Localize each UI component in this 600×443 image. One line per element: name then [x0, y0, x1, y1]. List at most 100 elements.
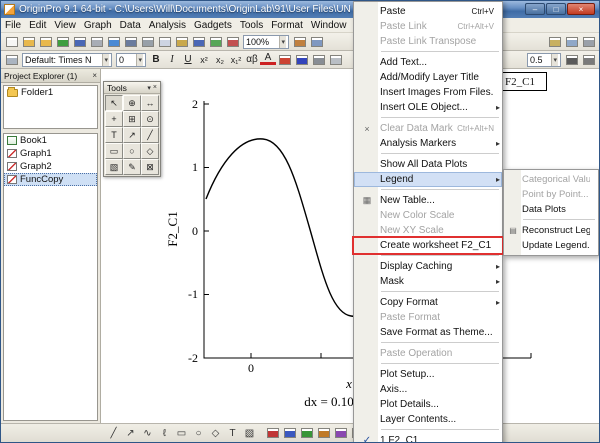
- y-axis-title[interactable]: F2_C1: [165, 211, 180, 246]
- rectangle-tool-icon[interactable]: ▭: [173, 426, 190, 441]
- menu-item-copy-format[interactable]: Copy Format▸: [354, 295, 502, 310]
- rectangle-tool[interactable]: ▭: [105, 143, 123, 159]
- project-item-graph2[interactable]: Graph2: [4, 160, 97, 173]
- menu-item-paste-link[interactable]: Paste LinkCtrl+Alt+V: [354, 19, 502, 34]
- menu-edit[interactable]: Edit: [25, 18, 50, 33]
- open-excel-icon[interactable]: [54, 34, 71, 49]
- x-axis-annotation[interactable]: dx = 0.10: [304, 394, 354, 409]
- menu-item-reconstruct-legend[interactable]: ▤Reconstruct Legend: [504, 223, 598, 238]
- superscript-button[interactable]: x²: [196, 52, 212, 67]
- menu-item-analysis-markers[interactable]: Analysis Markers▸: [354, 136, 502, 151]
- arrow-style-icon[interactable]: [580, 52, 597, 67]
- menu-gadgets[interactable]: Gadgets: [190, 18, 236, 33]
- menu-tools[interactable]: Tools: [236, 18, 267, 33]
- close-icon[interactable]: ×: [92, 71, 97, 80]
- data-reader-tool[interactable]: ⊞: [123, 111, 141, 127]
- font-color-button[interactable]: A: [260, 52, 276, 65]
- pointer-tool[interactable]: ↖: [105, 95, 123, 111]
- maximize-button[interactable]: □: [546, 3, 566, 15]
- close-button[interactable]: ×: [567, 3, 595, 15]
- menu-item-categorical-values[interactable]: Categorical Values: [504, 172, 598, 187]
- paste-icon[interactable]: [173, 34, 190, 49]
- chevron-down-icon[interactable]: ▾: [136, 54, 143, 66]
- menu-item-show-all-data-plots[interactable]: Show All Data Plots: [354, 157, 502, 172]
- undo-icon[interactable]: [190, 34, 207, 49]
- copy-icon[interactable]: [156, 34, 173, 49]
- print-icon[interactable]: [88, 34, 105, 49]
- arrow-tool[interactable]: ↗: [123, 127, 141, 143]
- menu-item-clear-data-markers[interactable]: ×Clear Data MarkersCtrl+Alt+N: [354, 121, 502, 136]
- polygon-tool[interactable]: ◇: [141, 143, 159, 159]
- menu-item-add-text[interactable]: Add Text...: [354, 55, 502, 70]
- symbol-gallery-icon[interactable]: [310, 52, 327, 67]
- menu-window[interactable]: Window: [307, 18, 351, 33]
- menu-item-layer-contents[interactable]: Layer Contents...: [354, 412, 502, 427]
- menu-item-create-worksheet-f2-c1[interactable]: Create worksheet F2_C1: [354, 238, 502, 253]
- font-size-combobox[interactable]: 0 ▾: [116, 53, 146, 67]
- title-bar[interactable]: OriginPro 9.1 64-bit - C:\Users\Will\Doc…: [1, 1, 599, 18]
- menu-analysis[interactable]: Analysis: [145, 18, 190, 33]
- new-pie-chart-icon[interactable]: [332, 426, 349, 441]
- menu-item-plot-setup[interactable]: Plot Setup...: [354, 367, 502, 382]
- pan-tool[interactable]: ↔: [141, 95, 159, 111]
- underline-button[interactable]: U: [180, 52, 196, 67]
- super-subscript-button[interactable]: x₁²: [228, 52, 244, 67]
- menu-item-axis[interactable]: Axis...: [354, 382, 502, 397]
- data-selector-tool[interactable]: ⊙: [141, 111, 159, 127]
- new-workbook-icon[interactable]: [207, 34, 224, 49]
- new-contour-graph-icon[interactable]: [298, 426, 315, 441]
- project-item-funccopy[interactable]: FuncCopy: [4, 173, 97, 186]
- ellipse-tool-icon[interactable]: ○: [190, 426, 207, 441]
- new-bar-chart-icon[interactable]: [315, 426, 332, 441]
- cut-icon[interactable]: [139, 34, 156, 49]
- menu-item-point-by-point[interactable]: Point by Point...: [504, 187, 598, 202]
- menu-item-paste-link-transpose[interactable]: Paste Link Transpose: [354, 34, 502, 49]
- menu-view[interactable]: View: [50, 18, 80, 33]
- region-mask-tool[interactable]: ⊠: [141, 159, 159, 175]
- layer-selector-icon[interactable]: [3, 52, 20, 67]
- fill-color-icon[interactable]: [276, 52, 293, 67]
- line-tool-icon[interactable]: ╱: [105, 426, 122, 441]
- menu-item-save-format-as-theme[interactable]: Save Format as Theme...: [354, 325, 502, 340]
- new-project-icon[interactable]: [3, 34, 20, 49]
- menu-item-insert-images-from-files[interactable]: Insert Images From Files...: [354, 85, 502, 100]
- subscript-button[interactable]: x₂: [212, 52, 228, 67]
- bold-button[interactable]: B: [148, 52, 164, 67]
- project-explorer-toggle-icon[interactable]: [546, 34, 563, 49]
- menu-format[interactable]: Format: [267, 18, 307, 33]
- menu-item-data-plots[interactable]: Data Plots: [504, 202, 598, 217]
- script-window-icon[interactable]: [580, 34, 597, 49]
- menu-item-mask[interactable]: Mask▸: [354, 274, 502, 289]
- chevron-down-icon[interactable]: ▾: [279, 36, 286, 48]
- menu-item-insert-ole-object[interactable]: Insert OLE Object...▸: [354, 100, 502, 115]
- import-wizard-icon[interactable]: [105, 34, 122, 49]
- curve-tool-icon[interactable]: ∿: [139, 426, 156, 441]
- line-color-icon[interactable]: [293, 52, 310, 67]
- freehand-tool-icon[interactable]: ℓ: [156, 426, 173, 441]
- arrow-tool-icon[interactable]: ↗: [122, 426, 139, 441]
- folder-item-folder1[interactable]: Folder1: [4, 86, 97, 99]
- font-combobox[interactable]: Default: Times N ▾: [22, 53, 112, 67]
- greek-button[interactable]: αβ: [244, 52, 260, 67]
- menu-item-plot-details[interactable]: Plot Details...: [354, 397, 502, 412]
- chevron-down-icon[interactable]: ▾: [102, 54, 109, 66]
- mask-tool[interactable]: ▧: [105, 159, 123, 175]
- circle-tool[interactable]: ○: [123, 143, 141, 159]
- results-log-icon[interactable]: [563, 34, 580, 49]
- project-explorer-header[interactable]: Project Explorer (1) ×: [1, 69, 100, 83]
- menu-item-legend[interactable]: Legend▸: [354, 172, 502, 187]
- new-3d-graph-icon[interactable]: [281, 426, 298, 441]
- menu-item-add-modify-layer-title[interactable]: Add/Modify Layer Title: [354, 70, 502, 85]
- collapse-icon[interactable]: ▾: [147, 84, 151, 92]
- text-annotation-tool-icon[interactable]: T: [224, 426, 241, 441]
- menu-graph[interactable]: Graph: [80, 18, 116, 33]
- draw-tool[interactable]: ✎: [123, 159, 141, 175]
- chevron-down-icon[interactable]: ▾: [551, 54, 558, 66]
- zoom-in-tool[interactable]: ⊕: [123, 95, 141, 111]
- x-axis-title[interactable]: x: [345, 376, 352, 391]
- rescale-icon[interactable]: [291, 34, 308, 49]
- menu-item-update-legend[interactable]: Update Legend...: [504, 238, 598, 253]
- save-icon[interactable]: [71, 34, 88, 49]
- text-tool[interactable]: T: [105, 127, 123, 143]
- menu-file[interactable]: File: [1, 18, 25, 33]
